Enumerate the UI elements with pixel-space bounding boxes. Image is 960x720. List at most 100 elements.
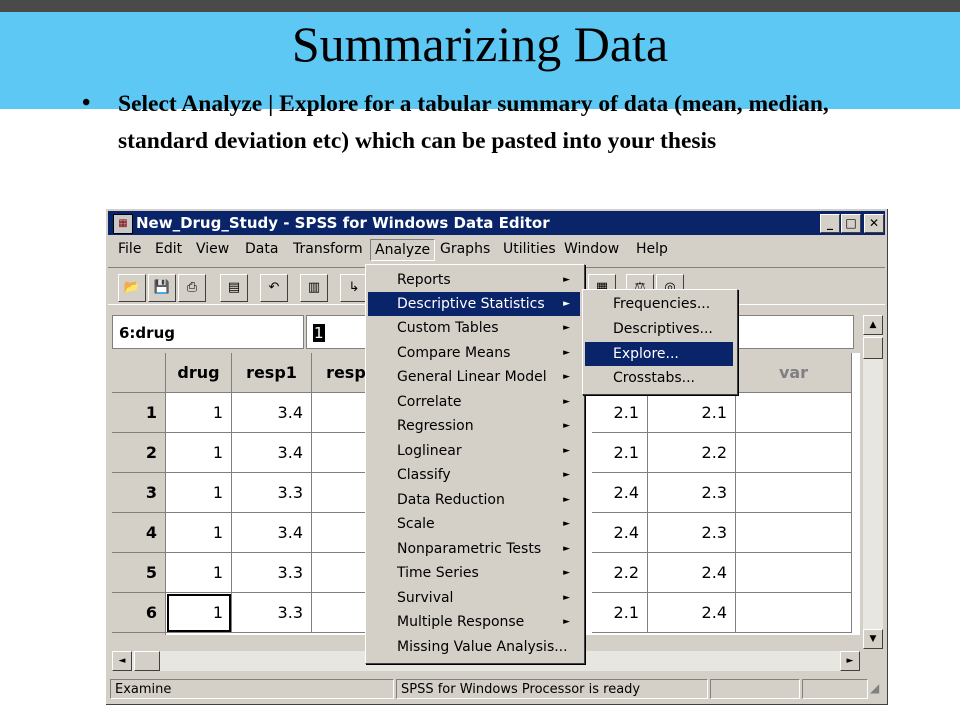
table-cell[interactable] bbox=[736, 433, 852, 473]
table-cell[interactable] bbox=[736, 553, 852, 593]
menu-item-frequencies[interactable]: Frequencies... bbox=[585, 292, 733, 316]
menu-item-descriptives[interactable]: Descriptives... bbox=[585, 317, 733, 341]
resize-grip-icon[interactable]: ◢ bbox=[870, 681, 879, 695]
row-header[interactable]: 2 bbox=[112, 433, 166, 473]
menu-transform[interactable]: Transform bbox=[293, 241, 363, 257]
menu-item-scale[interactable]: Scale ► bbox=[368, 512, 580, 536]
selected-cell[interactable]: 1 bbox=[166, 593, 232, 633]
menu-item-label: Regression bbox=[397, 418, 474, 434]
menu-item-time-series[interactable]: Time Series ► bbox=[368, 561, 580, 585]
hscroll-thumb[interactable] bbox=[134, 651, 160, 671]
table-cell[interactable]: 2.2 bbox=[648, 433, 736, 473]
menu-item-missing-value-analysis[interactable]: Missing Value Analysis... bbox=[368, 635, 580, 659]
table-cell[interactable] bbox=[736, 513, 852, 553]
menu-item-compare-means[interactable]: Compare Means ► bbox=[368, 341, 580, 365]
scroll-right-icon[interactable]: ► bbox=[840, 651, 860, 671]
column-header-var[interactable]: var bbox=[736, 353, 852, 393]
menu-item-multiple-response[interactable]: Multiple Response ► bbox=[368, 610, 580, 634]
column-header-drug[interactable]: drug bbox=[166, 353, 232, 393]
table-cell[interactable]: 2.4 bbox=[648, 593, 736, 633]
menu-item-reports[interactable]: Reports ► bbox=[368, 268, 580, 292]
table-cell[interactable]: 1 bbox=[166, 473, 232, 513]
table-cell[interactable] bbox=[736, 473, 852, 513]
table-cell[interactable]: 2.3 bbox=[648, 473, 736, 513]
menu-item-correlate[interactable]: Correlate ► bbox=[368, 390, 580, 414]
table-cell[interactable]: 2.2 bbox=[592, 553, 648, 593]
table-cell[interactable]: 2.1 bbox=[648, 393, 736, 433]
open-icon[interactable]: 📂 bbox=[118, 274, 146, 302]
table-cell[interactable]: 3.3 bbox=[232, 593, 312, 633]
print-icon[interactable]: ⎙ bbox=[178, 274, 206, 302]
status-processor: SPSS for Windows Processor is ready bbox=[396, 679, 708, 699]
table-cell[interactable]: 2.3 bbox=[648, 513, 736, 553]
window-titlebar[interactable]: ▦ New_Drug_Study - SPSS for Windows Data… bbox=[108, 211, 885, 235]
menu-item-regression[interactable]: Regression ► bbox=[368, 414, 580, 438]
scroll-left-icon[interactable]: ◄ bbox=[112, 651, 132, 671]
menu-item-label: Custom Tables bbox=[397, 320, 499, 336]
table-cell[interactable]: 2.4 bbox=[592, 473, 648, 513]
menu-item-label: Scale bbox=[397, 516, 435, 532]
grid-corner[interactable] bbox=[112, 353, 166, 393]
menu-data[interactable]: Data bbox=[245, 241, 278, 257]
menu-analyze[interactable]: Analyze bbox=[370, 239, 436, 261]
table-cell[interactable]: 2.4 bbox=[648, 553, 736, 593]
menu-item-label: Reports bbox=[397, 272, 451, 288]
menu-utilities[interactable]: Utilities bbox=[503, 241, 556, 257]
menu-item-classify[interactable]: Classify ► bbox=[368, 463, 580, 487]
table-cell[interactable] bbox=[736, 593, 852, 633]
menu-window[interactable]: Window bbox=[564, 241, 619, 257]
row-header[interactable]: 5 bbox=[112, 553, 166, 593]
menu-item-crosstabs[interactable]: Crosstabs... bbox=[585, 366, 733, 390]
submenu-arrow-icon: ► bbox=[563, 568, 570, 578]
table-cell[interactable]: 3.3 bbox=[232, 553, 312, 593]
table-cell[interactable]: 3.4 bbox=[232, 513, 312, 553]
table-cell[interactable]: 1 bbox=[166, 553, 232, 593]
menu-item-nonparametric-tests[interactable]: Nonparametric Tests ► bbox=[368, 537, 580, 561]
table-cell[interactable]: 3.4 bbox=[232, 393, 312, 433]
minimize-button[interactable]: _ bbox=[820, 214, 840, 233]
menu-edit[interactable]: Edit bbox=[155, 241, 182, 257]
menu-item-custom-tables[interactable]: Custom Tables ► bbox=[368, 316, 580, 340]
table-cell[interactable]: 1 bbox=[166, 393, 232, 433]
submenu-arrow-icon: ► bbox=[563, 275, 570, 285]
column-header-resp1[interactable]: resp1 bbox=[232, 353, 312, 393]
save-icon[interactable]: 💾 bbox=[148, 274, 176, 302]
menu-item-label: Survival bbox=[397, 590, 454, 606]
row-header[interactable]: 3 bbox=[112, 473, 166, 513]
row-header[interactable]: 4 bbox=[112, 513, 166, 553]
menu-item-data-reduction[interactable]: Data Reduction ► bbox=[368, 488, 580, 512]
menu-item-general-linear-model[interactable]: General Linear Model ► bbox=[368, 365, 580, 389]
table-cell[interactable]: 2.1 bbox=[592, 593, 648, 633]
menu-item-loglinear[interactable]: Loglinear ► bbox=[368, 439, 580, 463]
scroll-down-icon[interactable]: ▼ bbox=[863, 629, 883, 649]
cell-reference: 6:drug bbox=[112, 315, 304, 349]
table-cell[interactable] bbox=[736, 393, 852, 433]
menu-help[interactable]: Help bbox=[636, 241, 668, 257]
maximize-button[interactable]: □ bbox=[841, 214, 861, 233]
table-cell[interactable]: 2.1 bbox=[592, 393, 648, 433]
goto-chart-icon[interactable]: ▥ bbox=[300, 274, 328, 302]
table-cell[interactable]: 2.4 bbox=[592, 513, 648, 553]
menu-view[interactable]: View bbox=[196, 241, 229, 257]
scroll-up-icon[interactable]: ▲ bbox=[863, 315, 883, 335]
menu-item-survival[interactable]: Survival ► bbox=[368, 586, 580, 610]
menu-graphs[interactable]: Graphs bbox=[440, 241, 490, 257]
row-header[interactable]: 1 bbox=[112, 393, 166, 433]
close-button[interactable]: ✕ bbox=[864, 214, 884, 233]
table-cell[interactable]: 1 bbox=[166, 433, 232, 473]
goto-case-icon[interactable]: ↳ bbox=[340, 274, 368, 302]
table-cell[interactable]: 2.1 bbox=[592, 433, 648, 473]
table-cell[interactable]: 3.4 bbox=[232, 433, 312, 473]
scroll-thumb[interactable] bbox=[863, 337, 883, 359]
spss-app-icon[interactable]: ▦ bbox=[113, 214, 133, 234]
table-cell[interactable]: 3.3 bbox=[232, 473, 312, 513]
menu-item-descriptive-statistics[interactable]: Descriptive Statistics ► bbox=[368, 292, 580, 316]
row-header[interactable] bbox=[112, 633, 166, 635]
row-header[interactable]: 6 bbox=[112, 593, 166, 633]
dialog-recall-icon[interactable]: ▤ bbox=[220, 274, 248, 302]
undo-icon[interactable]: ↶ bbox=[260, 274, 288, 302]
table-cell[interactable]: 1 bbox=[166, 513, 232, 553]
menu-item-explore[interactable]: Explore... bbox=[585, 342, 733, 366]
vertical-scrollbar[interactable]: ▲ ▼ bbox=[863, 315, 883, 649]
menu-file[interactable]: File bbox=[118, 241, 141, 257]
